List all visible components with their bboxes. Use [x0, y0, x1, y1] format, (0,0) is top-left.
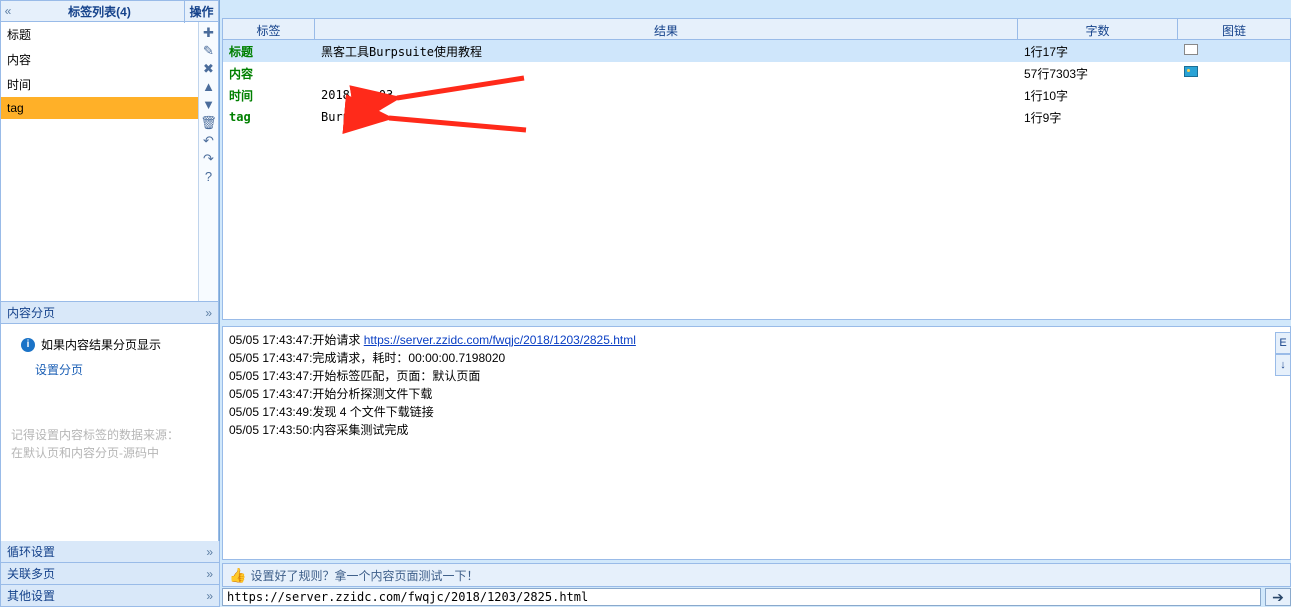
undo-icon[interactable]: ↶: [201, 132, 217, 148]
hint-line1: 记得设置内容标签的数据来源：: [11, 426, 208, 444]
chevron-icon: »: [206, 567, 213, 581]
tags-panel: « 标签列表(4) 操作 标题 内容 时间 tag ✚ ✎ ✖ ▲ ▼ 🗑: [0, 0, 219, 302]
content-page-header[interactable]: 内容分页 »: [0, 302, 219, 324]
other-settings-header[interactable]: 其他设置 »: [0, 585, 220, 607]
row-result: 2018-12-03: [315, 88, 1018, 102]
row-label: 标题: [223, 43, 315, 60]
tag-item-title[interactable]: 标题: [1, 22, 198, 47]
log-url-link[interactable]: https://server.zzidc.com/fwqjc/2018/1203…: [364, 333, 636, 347]
chevron-down-icon: »: [205, 306, 212, 320]
row-count: 1行17字: [1018, 43, 1178, 60]
col-count: 字数: [1018, 19, 1178, 39]
log-text: 05/05 17:43:47:开始请求: [229, 333, 364, 347]
url-go-button[interactable]: ➔: [1265, 588, 1291, 606]
row-count: 57行7303字: [1018, 65, 1178, 82]
footer-text: 设置好了规则？拿一个内容页面测试一下！: [250, 567, 478, 584]
log-line: 05/05 17:43:47:开始标签匹配，页面：默认页面: [229, 367, 1284, 385]
row-count: 1行9字: [1018, 109, 1178, 126]
row-result: 黑客工具Burpsuite使用教程: [315, 43, 1018, 60]
log-line: 05/05 17:43:47:完成请求，耗时：00:00:00.7198020: [229, 349, 1284, 367]
thumbs-up-icon: 👍: [229, 567, 246, 584]
row-chain: [1178, 44, 1290, 58]
help-icon[interactable]: ?: [201, 168, 217, 184]
content-page-hint: 记得设置内容标签的数据来源： 在默认页和内容分页-源码中: [11, 426, 208, 462]
col-chain: 图链: [1178, 19, 1290, 39]
other-title: 其他设置: [7, 587, 55, 604]
delete-icon[interactable]: ✖: [201, 60, 217, 76]
info-icon: i: [21, 338, 35, 352]
move-up-icon[interactable]: ▲: [201, 78, 217, 94]
url-input[interactable]: [222, 588, 1261, 606]
relate-pages-header[interactable]: 关联多页 »: [0, 563, 220, 585]
tag-item-tag[interactable]: tag: [1, 97, 198, 119]
chain-image-icon: [1184, 66, 1198, 77]
move-down-icon[interactable]: ▼: [201, 96, 217, 112]
result-row-tag[interactable]: tag Burpsuite 1行9字: [223, 106, 1290, 128]
row-chain: [1178, 66, 1290, 80]
collapse-icon[interactable]: «: [1, 4, 15, 18]
loop-settings-header[interactable]: 循环设置 »: [0, 541, 220, 563]
url-bar: ➔: [222, 587, 1291, 607]
loop-title: 循环设置: [7, 543, 55, 560]
side-btn-down[interactable]: ↓: [1275, 354, 1291, 376]
log-line: 05/05 17:43:50:内容采集测试完成: [229, 421, 1284, 439]
log-panel[interactable]: 05/05 17:43:47:开始请求 https://server.zzidc…: [222, 326, 1291, 560]
edit-icon[interactable]: ✎: [201, 42, 217, 58]
result-row-content[interactable]: 内容 57行7303字: [223, 62, 1290, 84]
tag-list: 标题 内容 时间 tag: [1, 22, 198, 301]
log-line: 05/05 17:43:47:开始请求 https://server.zzidc…: [229, 331, 1284, 349]
set-paging-link[interactable]: 设置分页: [35, 361, 208, 378]
tags-panel-header: « 标签列表(4) 操作: [0, 0, 219, 22]
relate-title: 关联多页: [7, 565, 55, 582]
tag-item-content[interactable]: 内容: [1, 47, 198, 72]
result-row-time[interactable]: 时间 2018-12-03 1行10字: [223, 84, 1290, 106]
log-line: 05/05 17:43:49:发现 4 个文件下载链接: [229, 403, 1284, 421]
tags-header-title: 标签列表(4): [15, 0, 184, 23]
side-buttons: E ↓: [1275, 332, 1291, 376]
col-result: 结果: [315, 19, 1018, 39]
chain-blank-icon: [1184, 44, 1198, 55]
results-header: 标签 结果 字数 图链: [222, 18, 1291, 40]
row-label: tag: [223, 110, 315, 124]
redo-icon[interactable]: ↷: [201, 150, 217, 166]
results-body: 标题 黑客工具Burpsuite使用教程 1行17字 内容 57行7303字 时…: [222, 40, 1291, 320]
tag-item-time[interactable]: 时间: [1, 72, 198, 97]
col-label: 标签: [223, 19, 315, 39]
ops-header: 操作: [184, 0, 218, 23]
ops-column: ✚ ✎ ✖ ▲ ▼ 🗑 ↶ ↷ ?: [198, 22, 218, 301]
row-label: 内容: [223, 65, 315, 82]
add-icon[interactable]: ✚: [201, 24, 217, 40]
hint-line2: 在默认页和内容分页-源码中: [11, 444, 208, 462]
content-page-title: 内容分页: [7, 304, 55, 321]
trash-icon[interactable]: 🗑: [201, 114, 217, 130]
footer-hint-bar: 👍 设置好了规则？拿一个内容页面测试一下！: [222, 563, 1291, 587]
side-btn-e[interactable]: E: [1275, 332, 1291, 354]
result-row-title[interactable]: 标题 黑客工具Burpsuite使用教程 1行17字: [223, 40, 1290, 62]
row-label: 时间: [223, 87, 315, 104]
chevron-icon: »: [206, 589, 213, 603]
content-page-text: 如果内容结果分页显示: [41, 336, 161, 353]
log-line: 05/05 17:43:47:开始分析探测文件下载: [229, 385, 1284, 403]
chevron-icon: »: [206, 545, 213, 559]
row-count: 1行10字: [1018, 87, 1178, 104]
row-result: Burpsuite: [315, 110, 1018, 124]
